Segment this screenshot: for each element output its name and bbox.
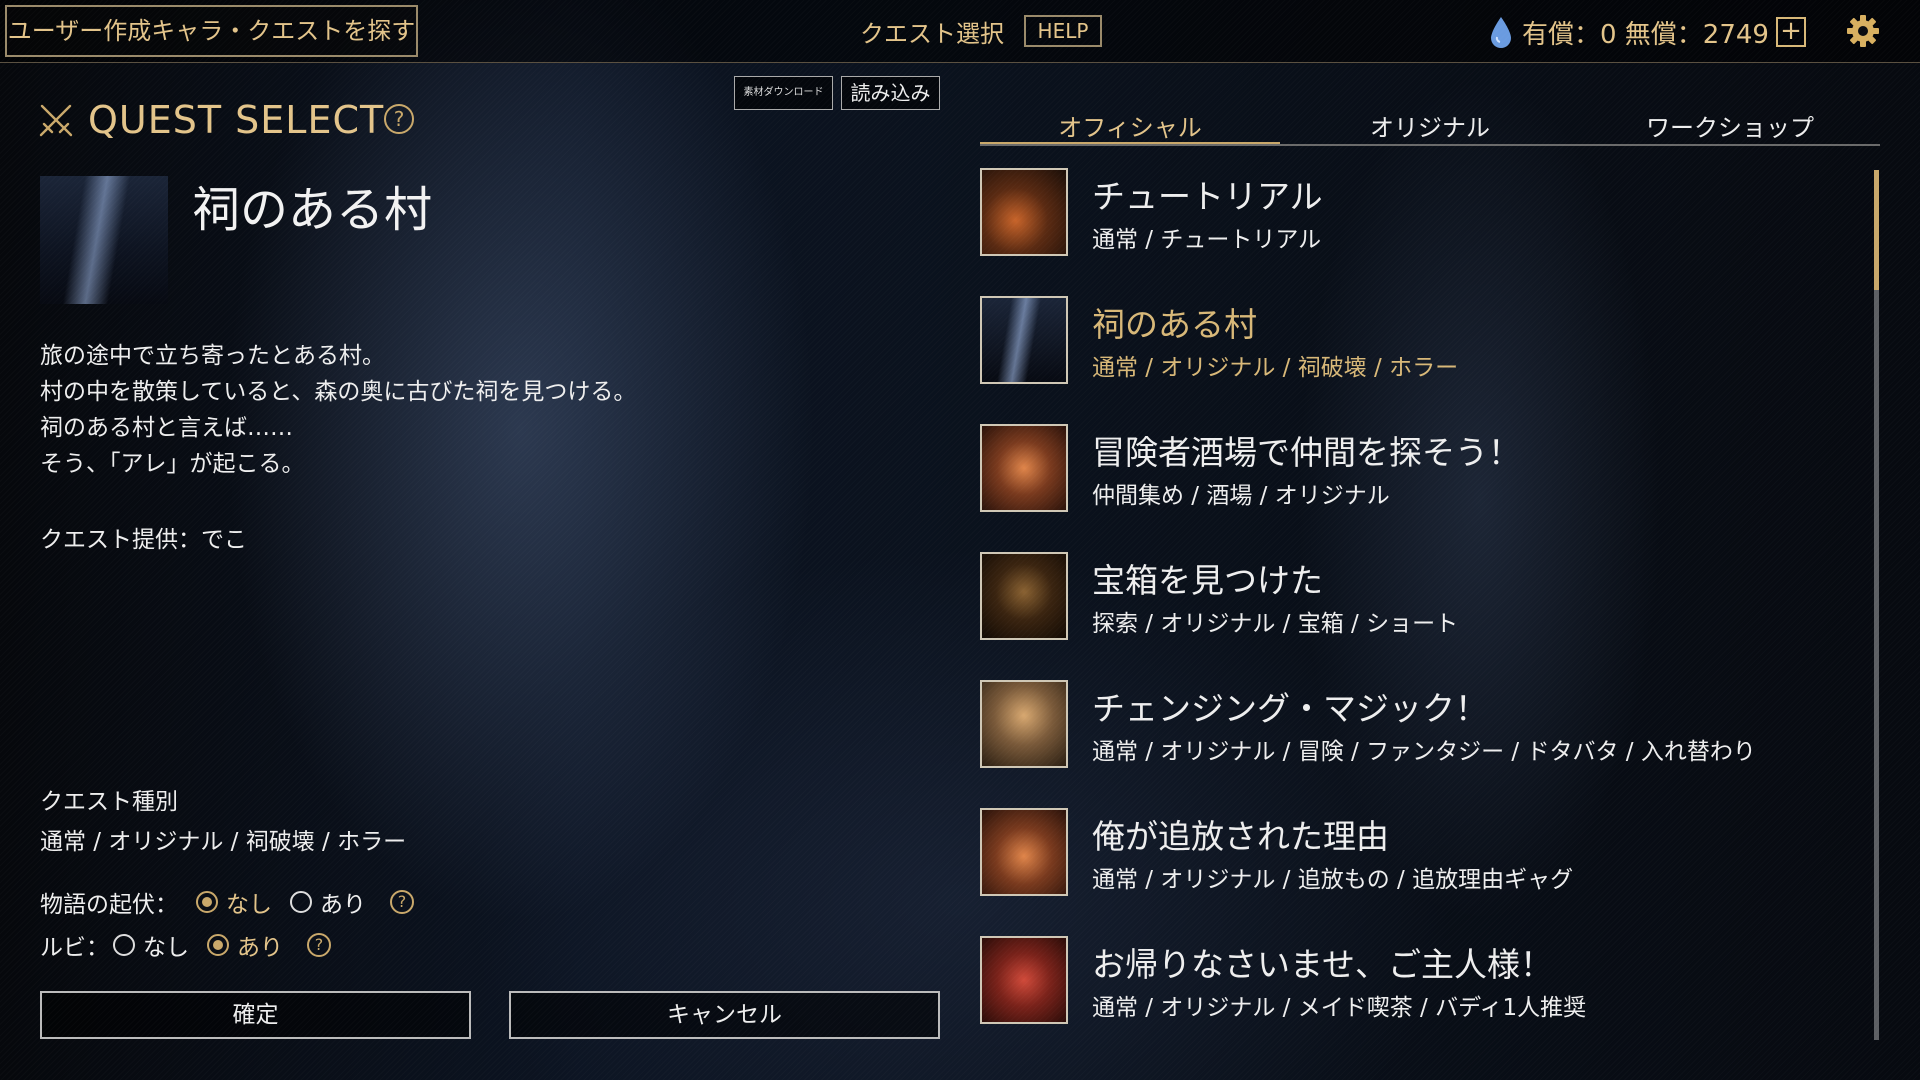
active-tab-indicator	[980, 142, 1280, 144]
ruby-option-none-radio[interactable]: なし	[113, 928, 189, 962]
scrollbar-thumb[interactable]	[1874, 170, 1879, 290]
story-option-help-icon[interactable]: ?	[390, 890, 414, 914]
ruby-option-help-icon[interactable]: ?	[307, 933, 331, 957]
quest-tags: 通常 / オリジナル / 祠破壊 / ホラー	[1092, 355, 1459, 381]
radio-label: あり	[320, 892, 366, 918]
quest-list-item[interactable]: お帰りなさいませ、ご主人様！ 通常 / オリジナル / メイド喫茶 / バディ1…	[980, 936, 1840, 1026]
quest-list-item[interactable]: チュートリアル 通常 / チュートリアル	[980, 168, 1840, 258]
quest-provider: クエスト提供：でこ	[40, 527, 247, 553]
quest-help-icon[interactable]: ?	[384, 104, 414, 134]
quest-tags: 仲間集め / 酒場 / オリジナル	[1092, 483, 1390, 509]
description-line: そう、「アレ」が起こる。	[40, 451, 305, 477]
description-line: 祠のある村と言えば……	[40, 415, 293, 441]
quest-title: 冒険者酒場で仲間を探そう！	[1092, 433, 1521, 472]
quest-tags: 通常 / オリジナル / 冒険 / ファンタジー / ドタバタ / 入れ替わり	[1092, 739, 1756, 765]
screen-title: クエスト選択	[860, 20, 1004, 48]
quest-tags: 通常 / チュートリアル	[1092, 227, 1322, 253]
quest-thumbnail	[980, 424, 1068, 512]
radio-selected-icon	[207, 934, 229, 956]
currency-text: 有償：0 無償：2749	[1522, 19, 1769, 50]
quest-select-title: QUEST SELECT	[88, 98, 385, 142]
ruby-option-row: ルビ： なし あり ?	[40, 928, 331, 962]
quest-list-item[interactable]: 俺が追放された理由 通常 / オリジナル / 追放もの / 追放理由ギャグ	[980, 808, 1840, 898]
crossed-swords-icon	[39, 104, 73, 137]
quest-select-screen: ユーザー作成キャラ・クエストを探す クエスト選択 HELP 有償：0 無償：27…	[0, 0, 1920, 1080]
quest-title: 俺が追放された理由	[1092, 817, 1389, 856]
load-button[interactable]: 読み込み	[841, 76, 940, 110]
description-line: 村の中を散策していると、森の奥に古びた祠を見つける。	[40, 379, 637, 405]
quest-title: お帰りなさいませ、ご主人様！	[1092, 945, 1554, 984]
quest-tags: 通常 / オリジナル / 追放もの / 追放理由ギャグ	[1092, 867, 1574, 893]
quest-tags: 探索 / オリジナル / 宝箱 / ショート	[1092, 611, 1459, 637]
quest-list-item[interactable]: 宝箱を見つけた 探索 / オリジナル / 宝箱 / ショート	[980, 552, 1840, 642]
quest-thumbnail	[980, 168, 1068, 256]
quest-thumbnail	[980, 936, 1068, 1024]
water-drop-icon	[1491, 17, 1511, 48]
quest-tags: 通常 / オリジナル / メイド喫茶 / バディ1人推奨	[1092, 995, 1587, 1021]
quest-title: 宝箱を見つけた	[1092, 561, 1323, 600]
tab-workshop[interactable]: ワークショップ	[1580, 108, 1880, 143]
quest-select-header: QUEST SELECT	[38, 96, 384, 144]
quest-thumbnail	[980, 808, 1068, 896]
selected-quest-title: 祠のある村	[192, 182, 433, 238]
ruby-option-yes-radio[interactable]: あり	[207, 928, 283, 962]
download-assets-button[interactable]: 素材ダウンロード	[734, 76, 833, 110]
cancel-button[interactable]: キャンセル	[509, 991, 940, 1039]
quest-description: 旅の途中で立ち寄ったとある村。 村の中を散策していると、森の奥に古びた祠を見つけ…	[40, 338, 720, 482]
radio-empty-icon	[113, 934, 135, 956]
story-option-label: 物語の起伏：	[40, 892, 178, 918]
radio-empty-icon	[290, 891, 312, 913]
search-user-content-button[interactable]: ユーザー作成キャラ・クエストを探す	[5, 5, 418, 57]
radio-selected-icon	[196, 891, 218, 913]
quest-type-label: クエスト種別	[40, 789, 178, 815]
add-currency-button[interactable]: +	[1776, 17, 1806, 47]
quest-thumbnail	[980, 552, 1068, 640]
description-line: 旅の途中で立ち寄ったとある村。	[40, 343, 385, 369]
quest-title: チェンジング・マジック！	[1092, 689, 1488, 728]
quest-thumbnail	[980, 680, 1068, 768]
story-option-row: 物語の起伏： なし あり ?	[40, 885, 414, 919]
currency-display: 有償：0 無償：2749	[1488, 12, 1769, 52]
quest-title: チュートリアル	[1092, 177, 1323, 216]
radio-label: あり	[237, 935, 283, 961]
quest-thumbnail	[980, 296, 1068, 384]
story-option-none-radio[interactable]: なし	[196, 885, 272, 919]
quest-list-item[interactable]: チェンジング・マジック！ 通常 / オリジナル / 冒険 / ファンタジー / …	[980, 680, 1840, 770]
quest-list-item[interactable]: 冒険者酒場で仲間を探そう！ 仲間集め / 酒場 / オリジナル	[980, 424, 1840, 514]
story-option-yes-radio[interactable]: あり	[290, 885, 366, 919]
selected-quest-thumbnail	[40, 176, 168, 304]
tab-official[interactable]: オフィシャル	[980, 108, 1280, 143]
quest-list-item-selected[interactable]: 祠のある村 通常 / オリジナル / 祠破壊 / ホラー	[980, 296, 1840, 386]
tab-original[interactable]: オリジナル	[1280, 108, 1580, 143]
quest-type-value: 通常 / オリジナル / 祠破壊 / ホラー	[40, 829, 407, 855]
top-bar: ユーザー作成キャラ・クエストを探す クエスト選択 HELP 有償：0 無償：27…	[0, 0, 1920, 63]
gear-icon[interactable]	[1846, 14, 1880, 48]
radio-label: なし	[226, 892, 272, 918]
quest-list-scrollbar[interactable]	[1874, 170, 1879, 1040]
help-button[interactable]: HELP	[1024, 15, 1102, 47]
quest-title: 祠のある村	[1092, 305, 1257, 344]
radio-label: なし	[143, 935, 189, 961]
ruby-option-label: ルビ：	[40, 935, 109, 961]
confirm-button[interactable]: 確定	[40, 991, 471, 1039]
quest-tabs: オフィシャル オリジナル ワークショップ	[980, 108, 1880, 146]
